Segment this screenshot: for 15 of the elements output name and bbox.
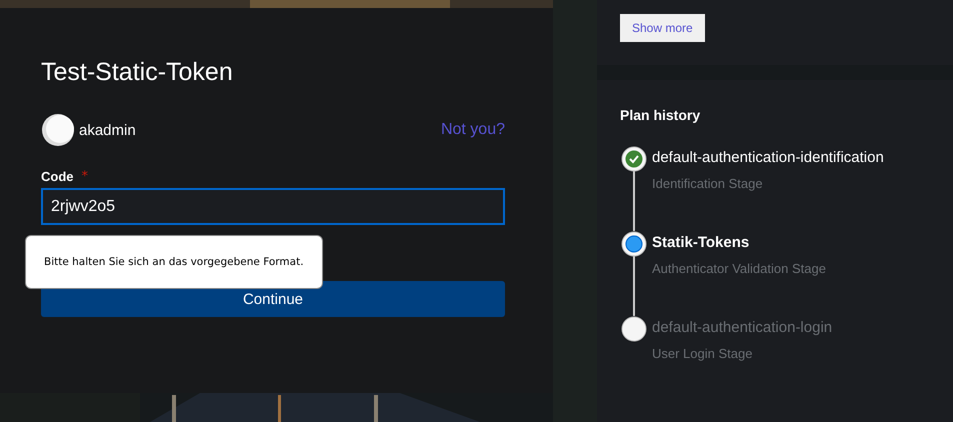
show-more-button[interactable]: Show more	[620, 14, 705, 42]
code-field[interactable]: 2rjwv2o5	[41, 188, 505, 225]
stage-description: Identification Stage	[652, 176, 764, 191]
username: akadmin	[79, 122, 136, 138]
stage-name: default-authentication-identification	[652, 149, 885, 166]
stage-description: Authenticator Validation Stage	[652, 261, 827, 276]
stage-description: User Login Stage	[652, 346, 754, 361]
panel-title: Plan history	[620, 107, 702, 123]
field-label: Code	[41, 169, 74, 184]
avatar-icon	[41, 113, 75, 147]
stage-name: Statik-Tokens	[652, 234, 750, 251]
validation-tooltip: Bitte halten Sie sich an das vorgegebene Format.	[25, 235, 323, 289]
stage-name: default-authentication-login	[652, 319, 834, 336]
card-title: Test-Static-Token	[41, 58, 234, 87]
required-mark: *	[82, 169, 88, 184]
